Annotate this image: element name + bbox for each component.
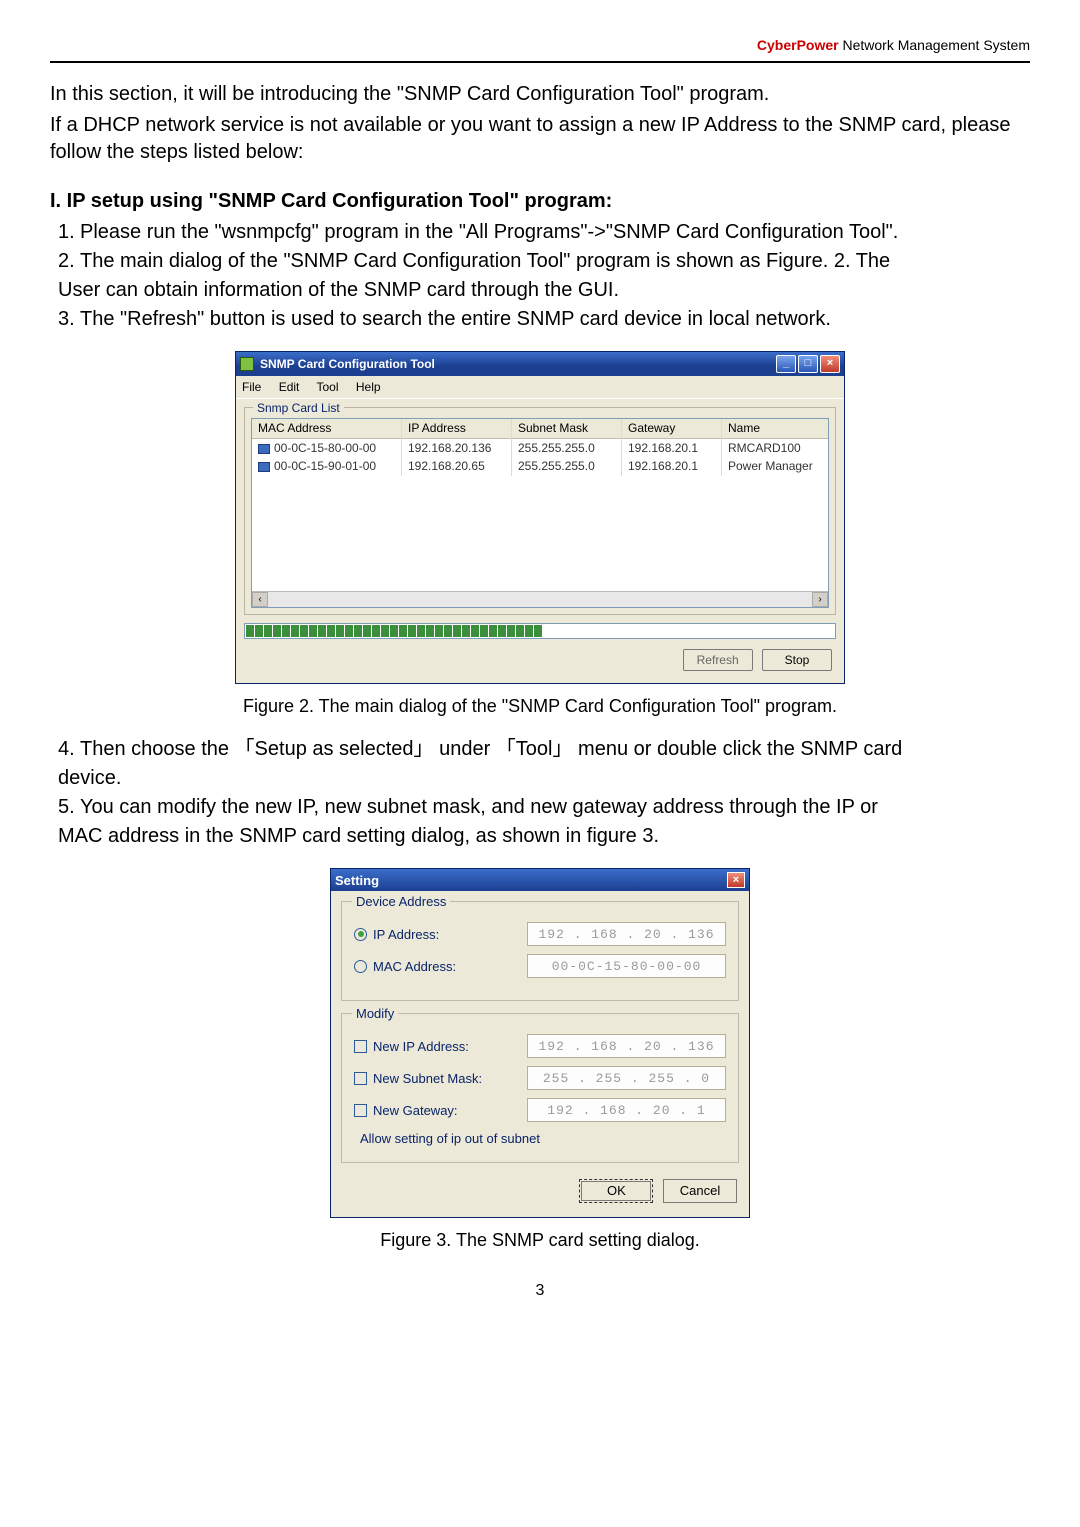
device-address-group: Device Address IP Address: 192 . 168 . 2… xyxy=(341,901,739,1001)
group-label: Snmp Card List xyxy=(253,400,344,416)
scroll-right-icon[interactable]: › xyxy=(812,592,828,607)
config-tool-window: SNMP Card Configuration Tool _ □ × File … xyxy=(235,351,845,684)
col-name[interactable]: Name xyxy=(722,418,828,438)
scroll-left-icon[interactable]: ‹ xyxy=(252,592,268,607)
refresh-button[interactable]: Refresh xyxy=(683,649,753,671)
col-mac[interactable]: MAC Address xyxy=(252,418,402,438)
list-header: MAC Address IP Address Subnet Mask Gatew… xyxy=(252,419,828,439)
intro-p1: In this section, it will be introducing … xyxy=(50,81,1030,108)
titlebar: SNMP Card Configuration Tool _ □ × xyxy=(236,352,844,376)
intro: In this section, it will be introducing … xyxy=(50,81,1030,166)
step-3: 3.The "Refresh" button is used to search… xyxy=(58,306,1030,333)
menu-tool[interactable]: Tool xyxy=(317,380,339,394)
dialog-title: Setting xyxy=(335,872,727,890)
intro-p2: If a DHCP network service is not availab… xyxy=(50,112,1030,166)
step-4b: device. xyxy=(58,765,1030,792)
close-button[interactable]: × xyxy=(727,872,745,888)
group-label: Modify xyxy=(352,1005,398,1023)
page-header: CyberPower Network Management System xyxy=(50,36,1030,63)
new-gateway-field[interactable]: 192 . 168 . 20 . 1 xyxy=(527,1098,726,1122)
checkbox-icon xyxy=(354,1072,367,1085)
snmp-card-list: MAC Address IP Address Subnet Mask Gatew… xyxy=(251,418,829,608)
stop-button[interactable]: Stop xyxy=(762,649,832,671)
col-sub[interactable]: Subnet Mask xyxy=(512,418,622,438)
setting-dialog: Setting × Device Address IP Address: 192… xyxy=(330,868,750,1218)
step-2b: User can obtain information of the SNMP … xyxy=(58,277,1030,304)
ok-button[interactable]: OK xyxy=(579,1179,653,1203)
horizontal-scrollbar[interactable]: ‹ › xyxy=(252,591,828,607)
table-row[interactable]: 00-0C-15-90-01-00 192.168.20.65 255.255.… xyxy=(252,457,828,475)
step-2: 2.The main dialog of the "SNMP Card Conf… xyxy=(58,248,1030,275)
device-icon xyxy=(258,462,270,472)
col-gw[interactable]: Gateway xyxy=(622,418,722,438)
checkbox-icon xyxy=(354,1104,367,1117)
table-row[interactable]: 00-0C-15-80-00-00 192.168.20.136 255.255… xyxy=(252,439,828,457)
close-button[interactable]: × xyxy=(820,355,840,373)
mac-address-radio[interactable]: MAC Address: xyxy=(354,958,519,976)
dialog-titlebar: Setting × xyxy=(331,869,749,891)
checkbox-icon xyxy=(354,1040,367,1053)
progress-bar xyxy=(244,623,836,639)
minimize-button[interactable]: _ xyxy=(776,355,796,373)
menu-help[interactable]: Help xyxy=(356,380,381,394)
device-icon xyxy=(258,444,270,454)
section1-title: I. IP setup using "SNMP Card Configurati… xyxy=(50,188,1030,215)
header-rest: Network Management System xyxy=(839,37,1030,53)
new-ip-field[interactable]: 192 . 168 . 20 . 136 xyxy=(527,1034,726,1058)
allow-out-of-subnet-checkbox[interactable]: Allow setting of ip out of subnet xyxy=(354,1130,726,1148)
section2-steps: 4.Then choose the 「Setup as selected」 un… xyxy=(50,736,1030,850)
new-gateway-checkbox[interactable]: New Gateway: xyxy=(354,1102,519,1120)
mac-address-field[interactable]: 00-0C-15-80-00-00 xyxy=(527,954,726,978)
window-title: SNMP Card Configuration Tool xyxy=(260,356,774,372)
menubar: File Edit Tool Help xyxy=(236,376,844,399)
step-1: 1.Please run the "wsnmpcfg" program in t… xyxy=(58,219,1030,246)
modify-group: Modify New IP Address: 192 . 168 . 20 . … xyxy=(341,1013,739,1163)
new-ip-checkbox[interactable]: New IP Address: xyxy=(354,1038,519,1056)
maximize-button[interactable]: □ xyxy=(798,355,818,373)
page-number: 3 xyxy=(50,1280,1030,1302)
new-subnet-field[interactable]: 255 . 255 . 255 . 0 xyxy=(527,1066,726,1090)
step-5b: MAC address in the SNMP card setting dia… xyxy=(58,823,1030,850)
snmp-card-list-group: Snmp Card List MAC Address IP Address Su… xyxy=(244,407,836,615)
group-label: Device Address xyxy=(352,893,450,911)
radio-icon xyxy=(354,960,367,973)
menu-file[interactable]: File xyxy=(242,380,261,394)
header-brand: CyberPower xyxy=(757,37,839,53)
app-icon xyxy=(240,357,254,371)
figure2-caption: Figure 2. The main dialog of the "SNMP C… xyxy=(50,694,1030,718)
menu-edit[interactable]: Edit xyxy=(279,380,300,394)
new-subnet-checkbox[interactable]: New Subnet Mask: xyxy=(354,1070,519,1088)
ip-address-radio[interactable]: IP Address: xyxy=(354,926,519,944)
col-ip[interactable]: IP Address xyxy=(402,418,512,438)
step-4: 4.Then choose the 「Setup as selected」 un… xyxy=(58,736,1030,763)
step-5: 5.You can modify the new IP, new subnet … xyxy=(58,794,1030,821)
figure3-caption: Figure 3. The SNMP card setting dialog. xyxy=(50,1228,1030,1252)
cancel-button[interactable]: Cancel xyxy=(663,1179,737,1203)
section1-steps: 1.Please run the "wsnmpcfg" program in t… xyxy=(50,219,1030,333)
radio-icon xyxy=(354,928,367,941)
ip-address-field[interactable]: 192 . 168 . 20 . 136 xyxy=(527,922,726,946)
